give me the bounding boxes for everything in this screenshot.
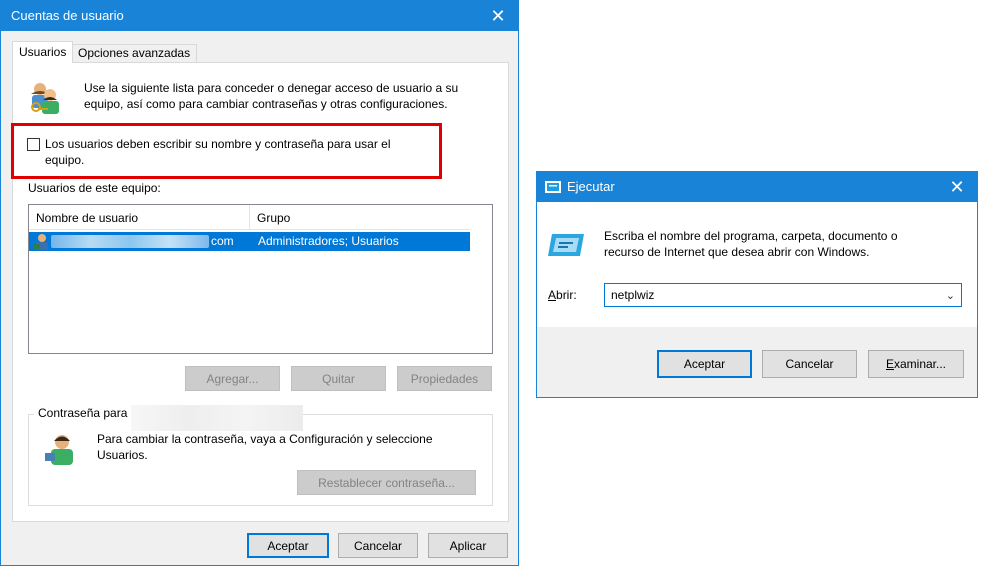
cancel-button[interactable]: Cancelar bbox=[338, 533, 418, 558]
users-list-header: Nombre de usuario Grupo bbox=[29, 205, 470, 230]
tab-advanced-options[interactable]: Opciones avanzadas bbox=[71, 44, 198, 63]
remove-user-button[interactable]: Quitar bbox=[291, 366, 386, 391]
close-icon[interactable]: ✕ bbox=[478, 1, 518, 31]
browse-button[interactable]: Examinar... bbox=[868, 350, 964, 378]
run-description-line2: recurso de Internet que desea abrir con … bbox=[604, 245, 870, 259]
password-group-label: Contraseña para bbox=[34, 406, 132, 420]
username-redacted-label bbox=[131, 405, 303, 431]
users-list[interactable]: Nombre de usuario Grupo com Administrado… bbox=[28, 204, 493, 354]
window-title: Cuentas de usuario bbox=[11, 8, 124, 23]
intro-text-line2: equipo, así como para cambiar contraseña… bbox=[84, 97, 448, 111]
apply-button[interactable]: Aplicar bbox=[428, 533, 508, 558]
intro-text-line1: Use la siguiente lista para conceder o d… bbox=[84, 81, 459, 95]
user-accounts-titlebar[interactable]: Cuentas de usuario ✕ bbox=[1, 1, 518, 31]
group-cell: Administradores; Usuarios bbox=[258, 234, 399, 248]
add-user-button[interactable]: Agregar... bbox=[185, 366, 280, 391]
run-ok-button[interactable]: Aceptar bbox=[657, 350, 752, 378]
user-accounts-window: Cuentas de usuario ✕ Opciones avanzadas … bbox=[0, 0, 519, 566]
require-password-label-line2[interactable]: equipo. bbox=[45, 152, 84, 169]
username-cell: com bbox=[211, 234, 234, 248]
close-icon[interactable]: ✕ bbox=[937, 172, 977, 202]
open-label: Abrir: bbox=[548, 287, 577, 304]
run-dialog: Ejecutar ✕ Escriba el nombre del program… bbox=[536, 171, 978, 398]
properties-button[interactable]: Propiedades bbox=[397, 366, 492, 391]
column-group[interactable]: Grupo bbox=[250, 205, 471, 230]
ok-button[interactable]: Aceptar bbox=[247, 533, 329, 558]
browse-mnemonic: E bbox=[885, 357, 894, 371]
run-program-icon bbox=[548, 234, 584, 256]
run-description-line1: Escriba el nombre del programa, carpeta,… bbox=[604, 229, 898, 243]
require-password-checkbox[interactable] bbox=[27, 138, 40, 151]
run-titlebar[interactable]: Ejecutar ✕ bbox=[537, 172, 977, 202]
require-password-label-line1[interactable]: Los usuarios deben escribir su nombre y … bbox=[45, 136, 391, 153]
tab-users[interactable]: Usuarios bbox=[12, 41, 74, 63]
password-text-line2: Usuarios. bbox=[97, 448, 148, 462]
column-username[interactable]: Nombre de usuario bbox=[29, 205, 250, 230]
users-icon bbox=[31, 83, 59, 114]
browse-label-rest: xaminar... bbox=[893, 357, 947, 371]
open-label-rest: brir: bbox=[556, 288, 577, 302]
user-password-icon bbox=[45, 435, 73, 465]
username-redacted bbox=[51, 235, 209, 248]
list-scrollbar[interactable] bbox=[470, 205, 492, 353]
reset-password-button[interactable]: Restablecer contraseña... bbox=[297, 470, 476, 495]
chevron-down-icon[interactable]: ⌄ bbox=[946, 289, 955, 302]
run-window-title: Ejecutar bbox=[567, 179, 615, 194]
table-row[interactable]: com Administradores; Usuarios bbox=[29, 232, 473, 251]
run-cancel-button[interactable]: Cancelar bbox=[762, 350, 857, 378]
user-icon bbox=[34, 234, 48, 250]
users-list-label: Usuarios de este equipo: bbox=[28, 181, 161, 195]
password-text-line1: Para cambiar la contraseña, vaya a Confi… bbox=[97, 432, 433, 446]
open-command-value: netplwiz bbox=[611, 288, 655, 302]
run-app-icon bbox=[545, 181, 561, 193]
open-label-mnemonic: A bbox=[548, 288, 557, 302]
open-command-input[interactable]: netplwiz ⌄ bbox=[604, 283, 962, 307]
